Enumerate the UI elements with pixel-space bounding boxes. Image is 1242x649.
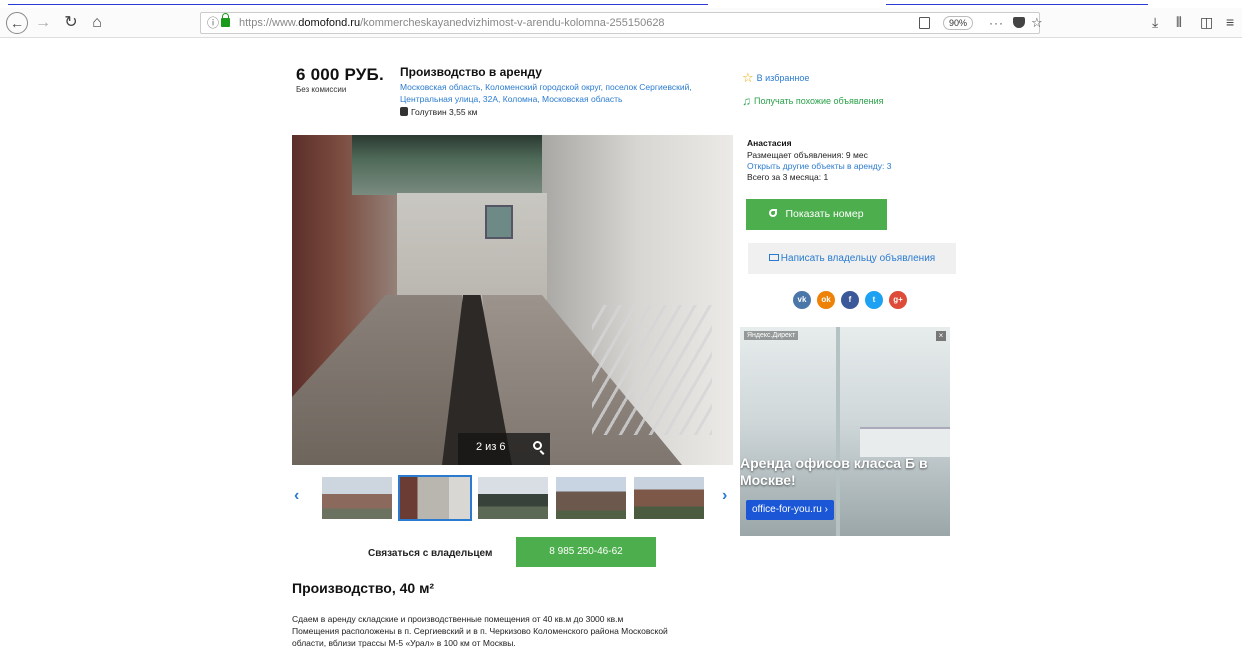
photo-detail: [485, 205, 513, 239]
library-icon[interactable]: ⫴: [1176, 14, 1182, 31]
seller-posting-since: Размещает объявления: 9 мес: [747, 150, 868, 160]
ad-headline: Аренда офисов класса Б в Москве!: [740, 455, 928, 488]
description: Сдаем в аренду складские и производствен…: [292, 613, 722, 649]
url-text[interactable]: https://www.domofond.ru/kommercheskayane…: [239, 13, 665, 33]
price: 6 000 РУБ.: [296, 65, 384, 84]
chevron-left-icon[interactable]: ‹: [294, 487, 299, 505]
info-icon[interactable]: ⓘ: [207, 13, 219, 33]
transport-icon: [400, 107, 408, 116]
thumbnail[interactable]: [478, 477, 548, 519]
address-link[interactable]: Московская область, Коломенский городско…: [400, 81, 730, 105]
description-line: Помещения расположены в п. Сергиевский и…: [292, 626, 668, 636]
browser-toolbar: ← → ↻ ⌂ ⓘ https://www.domofond.ru/kommer…: [0, 8, 1242, 38]
main-photo[interactable]: 2 из 6: [292, 135, 733, 465]
photo-detail: [592, 305, 712, 435]
description-line: Сдаем в аренду складские и производствен…: [292, 614, 624, 624]
reader-view-icon[interactable]: [919, 17, 930, 29]
twitter-share-icon[interactable]: t: [865, 291, 883, 309]
phone-number-button[interactable]: 8 985 250-46-62: [516, 537, 656, 567]
pocket-icon[interactable]: [1013, 17, 1025, 28]
mail-icon: [768, 254, 779, 261]
thumbnail[interactable]: [634, 477, 704, 519]
thumbnail[interactable]: [556, 477, 626, 519]
zoom-icon[interactable]: [533, 441, 542, 450]
page-content: 6 000 РУБ. Без комиссии Производство в а…: [0, 39, 1242, 649]
ad-decor: [860, 427, 950, 457]
link-underline: [8, 4, 708, 5]
bell-icon: ♫: [742, 94, 751, 108]
favorite-link[interactable]: ☆ В избранное: [742, 70, 809, 86]
thumbnail-active[interactable]: [398, 475, 472, 521]
show-number-label: Показать номер: [785, 208, 864, 220]
zoom-level[interactable]: 90%: [943, 16, 974, 30]
thumbnail[interactable]: [322, 477, 392, 519]
address-bar[interactable]: ⓘ https://www.domofond.ru/kommercheskaya…: [200, 12, 1043, 34]
close-icon[interactable]: ×: [936, 331, 946, 341]
show-number-button[interactable]: Показать номер: [746, 199, 887, 230]
listing-title: Производство в аренду: [400, 65, 542, 79]
google-plus-share-icon[interactable]: g+: [889, 291, 907, 309]
similar-link[interactable]: ♫ Получать похожие объявления: [742, 94, 884, 108]
chevron-right-icon[interactable]: ›: [722, 487, 727, 505]
write-owner-label: Написать владельцу объявления: [780, 253, 936, 264]
ok-share-icon[interactable]: ok: [817, 291, 835, 309]
sidebar-icon[interactable]: ◫: [1200, 14, 1213, 31]
menu-icon[interactable]: ≡: [1226, 14, 1234, 30]
description-line: области, вблизи трассы М-5 «Урал» в 100 …: [292, 638, 516, 648]
home-icon[interactable]: ⌂: [86, 12, 108, 34]
download-icon[interactable]: ⤓: [1152, 14, 1158, 31]
metro-text: Голутвин 3,55 км: [411, 107, 478, 117]
facebook-share-icon[interactable]: f: [841, 291, 859, 309]
seller-other-listings-link[interactable]: Открыть другие объекты в аренду: 3: [747, 161, 891, 171]
commission-note: Без комиссии: [296, 85, 347, 94]
phone-icon: [769, 209, 778, 217]
lock-icon: [221, 13, 230, 27]
section-title: Производство, 40 м²: [292, 580, 435, 596]
back-arrow-icon[interactable]: ←: [6, 12, 28, 34]
contact-owner-label: Связаться с владельцем: [368, 548, 493, 559]
forward-arrow-icon[interactable]: →: [32, 12, 54, 34]
vk-share-icon[interactable]: vk: [793, 291, 811, 309]
metro-distance: Голутвин 3,55 км: [400, 107, 477, 117]
similar-label: Получать похожие объявления: [754, 96, 884, 106]
ad-label: Яндекс.Директ: [744, 331, 799, 340]
favorite-label: В избранное: [756, 73, 810, 83]
more-icon[interactable]: ···: [989, 13, 1004, 33]
seller-total: Всего за 3 месяца: 1: [747, 172, 829, 182]
link-underline: [886, 4, 1148, 5]
photo-counter: 2 из 6: [476, 441, 506, 453]
ad-link-button[interactable]: office-for-you.ru ›: [746, 500, 834, 520]
ad-decor: [836, 327, 840, 536]
seller-name: Анастасия: [747, 138, 792, 148]
reload-icon[interactable]: ↻: [60, 12, 82, 34]
star-icon: ☆: [742, 70, 754, 85]
bookmark-star-icon[interactable]: ☆: [1031, 13, 1043, 33]
write-owner-button[interactable]: Написать владельцу объявления: [748, 243, 956, 274]
advertisement[interactable]: Яндекс.Директ × Аренда офисов класса Б в…: [740, 327, 950, 536]
top-strip: [0, 0, 1242, 8]
